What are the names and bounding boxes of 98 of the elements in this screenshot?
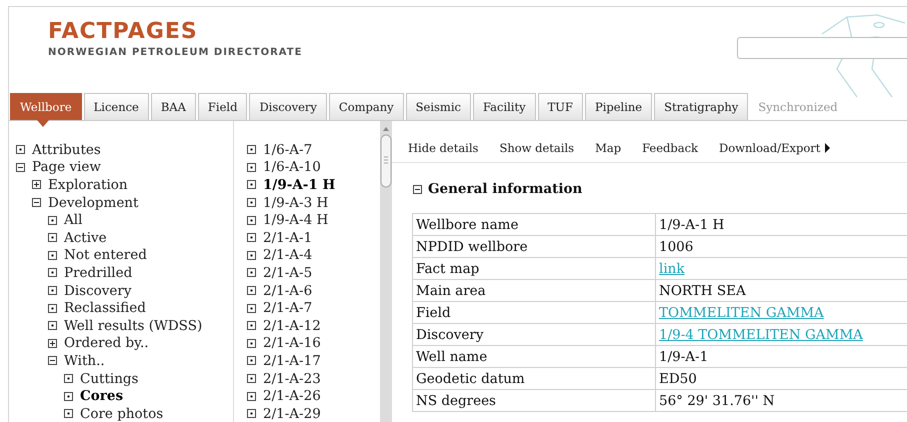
tab[interactable]: Company [328, 93, 404, 120]
tab[interactable]: Field [198, 93, 248, 120]
section-title: General information [428, 181, 582, 197]
table-cell: Main area [412, 280, 656, 302]
leaf-icon[interactable] [247, 180, 256, 190]
wellbore-item[interactable]: 2/1-A-4 [263, 247, 312, 264]
collapse-icon[interactable] [48, 356, 57, 366]
leaf-icon[interactable] [48, 233, 57, 242]
wellbore-item[interactable]: 2/1-A-23 [263, 370, 321, 387]
scrollbar[interactable] [380, 121, 392, 422]
wellbore-item[interactable]: 1/6-A-10 [263, 159, 321, 176]
table-cell: Fact map [412, 258, 656, 280]
table-cell: Discovery [412, 324, 656, 346]
leaf-icon[interactable] [247, 216, 256, 225]
wellbore-item[interactable]: 1/9-A-4 H [263, 212, 328, 228]
leaf-icon[interactable] [48, 304, 57, 313]
leaf-icon[interactable] [64, 374, 73, 384]
tab[interactable]: Licence [84, 93, 149, 120]
caret-icon [825, 143, 830, 153]
leaf-icon[interactable] [247, 145, 256, 154]
wellbore-item[interactable]: 2/1-A-5 [263, 264, 312, 281]
leaf-icon[interactable] [64, 392, 73, 401]
toolbar-link[interactable]: Hide details [408, 140, 478, 156]
leaf-icon[interactable] [247, 356, 256, 366]
expand-icon[interactable] [48, 338, 57, 348]
toolbar-link[interactable]: Feedback [642, 140, 698, 156]
collapse-icon[interactable] [16, 162, 25, 172]
wellbore-item[interactable]: 1/9-A-1 H [263, 176, 336, 193]
leaf-icon[interactable] [247, 374, 256, 384]
leaf-icon[interactable] [48, 286, 57, 296]
tab-pointer-icon [37, 120, 49, 127]
table-cell: Well name [412, 346, 656, 368]
leaf-icon[interactable] [247, 162, 256, 172]
wellbore-item[interactable]: 1/6-A-7 [263, 142, 312, 158]
collapse-icon[interactable] [32, 198, 41, 208]
wellbore-item[interactable]: 2/1-A-16 [263, 335, 321, 352]
tree-item[interactable]: Reclassified [64, 300, 146, 316]
logo-subtitle: NORWEGIAN PETROLEUM DIRECTORATE [48, 47, 304, 58]
tree-item[interactable]: Well results (WDSS) [64, 318, 202, 334]
tree-item[interactable]: Not entered [64, 247, 147, 264]
leaf-icon[interactable] [64, 409, 73, 418]
tab[interactable]: Pipeline [584, 93, 652, 120]
leaf-icon[interactable] [247, 409, 256, 418]
expand-icon[interactable] [32, 180, 41, 190]
leaf-icon[interactable] [48, 268, 57, 278]
tree-item[interactable]: Cores [80, 388, 124, 404]
toolbar-link[interactable]: Show details [499, 140, 574, 156]
leaf-icon[interactable] [48, 250, 57, 260]
tree-item[interactable]: Discovery [64, 282, 132, 299]
table-cell: Field [412, 302, 656, 324]
tree-item[interactable]: Attributes [32, 142, 101, 158]
tab[interactable]: BAA [150, 93, 196, 120]
tab[interactable]: TUF [538, 93, 583, 120]
tree-item[interactable]: Exploration [48, 176, 128, 193]
leaf-icon[interactable] [247, 321, 256, 330]
wellbore-item[interactable]: 2/1-A-12 [263, 318, 321, 334]
leaf-icon[interactable] [48, 321, 57, 330]
tree-item[interactable]: Development [48, 194, 138, 211]
wellbore-item[interactable]: 2/1-A-1 [263, 230, 312, 246]
tab[interactable]: Seismic [406, 93, 471, 120]
wellbore-item[interactable]: 2/1-A-29 [263, 406, 321, 422]
sync-label: Synchronized [758, 99, 838, 116]
tree-item[interactable]: Page view [32, 159, 101, 176]
tree-item[interactable]: Core photos [80, 406, 164, 422]
leaf-icon[interactable] [16, 145, 25, 154]
wellbore-item[interactable]: 2/1-A-17 [263, 352, 321, 369]
table-cell: Geodetic datum [412, 368, 656, 390]
leaf-icon[interactable] [247, 198, 256, 208]
wellbore-item[interactable]: 2/1-A-26 [263, 388, 321, 404]
leaf-icon[interactable] [247, 304, 256, 313]
tree-item[interactable]: Active [64, 230, 107, 246]
table-cell: 1/9-A-1 H [656, 214, 907, 236]
leaf-icon[interactable] [247, 268, 256, 278]
toolbar-link[interactable]: Map [595, 140, 622, 156]
leaf-icon[interactable] [247, 286, 256, 296]
tab[interactable]: Stratigraphy [654, 93, 748, 120]
wellbore-item[interactable]: 2/1-A-6 [263, 282, 312, 299]
wellbore-item[interactable]: 1/9-A-3 H [263, 194, 328, 211]
table-cell: NS degrees [412, 390, 656, 412]
tree-item[interactable]: All [64, 212, 82, 228]
logo-title: FACTPAGES [48, 19, 199, 45]
table-cell: NPDID wellbore [412, 236, 656, 258]
wellbore-item[interactable]: 2/1-A-7 [263, 300, 312, 316]
search-field[interactable] [737, 37, 907, 59]
leaf-icon[interactable] [247, 338, 256, 348]
tree-item[interactable]: Predrilled [64, 264, 132, 281]
tree-item[interactable]: With.. [64, 352, 105, 369]
leaf-icon[interactable] [247, 392, 256, 401]
leaf-icon[interactable] [247, 233, 256, 242]
collapse-icon[interactable] [413, 184, 422, 194]
tree-item[interactable]: Ordered by.. [64, 335, 149, 352]
tab[interactable]: Discovery [249, 93, 327, 120]
leaf-icon[interactable] [48, 216, 57, 225]
menu-button[interactable]: Download/Export [719, 140, 830, 156]
table-cell: Wellbore name [412, 214, 656, 236]
tree-item[interactable]: Cuttings [80, 370, 138, 387]
leaf-icon[interactable] [247, 250, 256, 260]
tab[interactable]: Facility [472, 93, 536, 120]
